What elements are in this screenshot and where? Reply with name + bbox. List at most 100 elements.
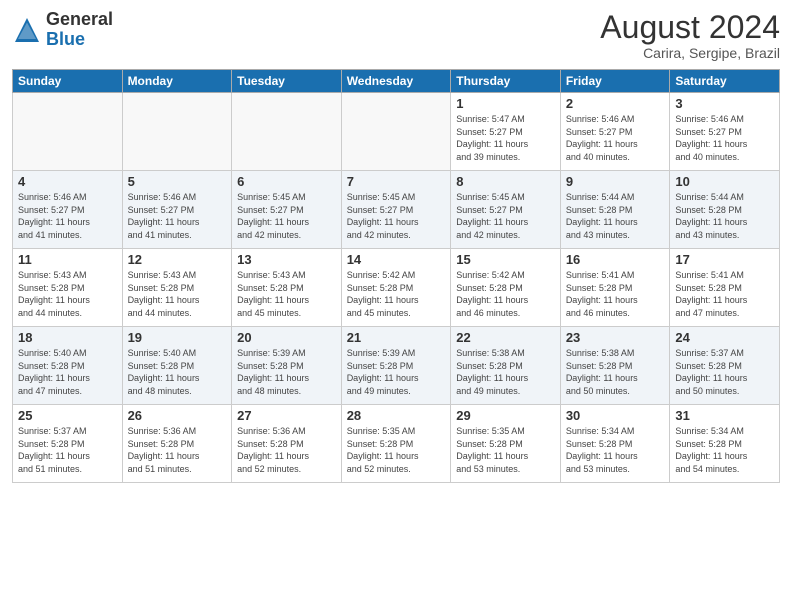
day-number: 28 <box>347 408 446 423</box>
day-number: 22 <box>456 330 555 345</box>
day-info: Sunrise: 5:42 AMSunset: 5:28 PMDaylight:… <box>347 269 446 319</box>
table-row: 26Sunrise: 5:36 AMSunset: 5:28 PMDayligh… <box>122 405 232 483</box>
day-info: Sunrise: 5:47 AMSunset: 5:27 PMDaylight:… <box>456 113 555 163</box>
day-number: 23 <box>566 330 665 345</box>
table-row: 4 Sunrise: 5:46 AMSunset: 5:27 PMDaylight… <box>13 171 123 249</box>
day-number: 9 <box>566 174 665 189</box>
table-row: 17 Sunrise: 5:41 AMSunset: 5:28 PMDayligh… <box>670 249 780 327</box>
day-info: Sunrise: 5:46 AMSunset: 5:27 PMDaylight:… <box>675 113 774 163</box>
table-row <box>232 93 342 171</box>
table-row: 27Sunrise: 5:36 AMSunset: 5:28 PMDayligh… <box>232 405 342 483</box>
day-number: 29 <box>456 408 555 423</box>
day-number: 3 <box>675 96 774 111</box>
logo-text: General Blue <box>46 10 113 50</box>
day-info: Sunrise: 5:36 AMSunset: 5:28 PMDaylight:… <box>128 425 227 475</box>
table-row: 18 Sunrise: 5:40 AMSunset: 5:28 PMDayligh… <box>13 327 123 405</box>
day-info: Sunrise: 5:45 AMSunset: 5:27 PMDaylight:… <box>347 191 446 241</box>
table-row <box>122 93 232 171</box>
day-info: Sunrise: 5:43 AMSunset: 5:28 PMDaylight:… <box>18 269 117 319</box>
table-row: 3 Sunrise: 5:46 AMSunset: 5:27 PMDaylight… <box>670 93 780 171</box>
day-info: Sunrise: 5:37 AMSunset: 5:28 PMDaylight:… <box>18 425 117 475</box>
table-row: 29 Sunrise: 5:35 AMSunset: 5:28 PMDayligh… <box>451 405 561 483</box>
table-row: 14 Sunrise: 5:42 AMSunset: 5:28 PMDayligh… <box>341 249 451 327</box>
calendar-week-4: 18 Sunrise: 5:40 AMSunset: 5:28 PMDayligh… <box>13 327 780 405</box>
logo-icon <box>12 15 42 45</box>
day-number: 2 <box>566 96 665 111</box>
table-row: 22 Sunrise: 5:38 AMSunset: 5:28 PMDayligh… <box>451 327 561 405</box>
table-row: 31Sunrise: 5:34 AMSunset: 5:28 PMDayligh… <box>670 405 780 483</box>
day-info: Sunrise: 5:34 AMSunset: 5:28 PMDaylight:… <box>675 425 774 475</box>
table-row: 28 Sunrise: 5:35 AMSunset: 5:28 PMDayligh… <box>341 405 451 483</box>
day-info: Sunrise: 5:40 AMSunset: 5:28 PMDaylight:… <box>18 347 117 397</box>
day-number: 17 <box>675 252 774 267</box>
day-info: Sunrise: 5:35 AMSunset: 5:28 PMDaylight:… <box>347 425 446 475</box>
day-info: Sunrise: 5:40 AMSunset: 5:28 PMDaylight:… <box>128 347 227 397</box>
page-header: General Blue August 2024 Carira, Sergipe… <box>12 10 780 61</box>
day-info: Sunrise: 5:45 AMSunset: 5:27 PMDaylight:… <box>237 191 336 241</box>
logo-blue: Blue <box>46 30 113 50</box>
table-row: 11 Sunrise: 5:43 AMSunset: 5:28 PMDayligh… <box>13 249 123 327</box>
table-row: 25Sunrise: 5:37 AMSunset: 5:28 PMDayligh… <box>13 405 123 483</box>
day-number: 5 <box>128 174 227 189</box>
day-number: 11 <box>18 252 117 267</box>
logo-general: General <box>46 10 113 30</box>
table-row: 9 Sunrise: 5:44 AMSunset: 5:28 PMDaylight… <box>560 171 670 249</box>
col-friday: Friday <box>560 70 670 93</box>
day-number: 16 <box>566 252 665 267</box>
day-info: Sunrise: 5:34 AMSunset: 5:28 PMDaylight:… <box>566 425 665 475</box>
table-row: 13Sunrise: 5:43 AMSunset: 5:28 PMDayligh… <box>232 249 342 327</box>
day-info: Sunrise: 5:45 AMSunset: 5:27 PMDaylight:… <box>456 191 555 241</box>
table-row: 2 Sunrise: 5:46 AMSunset: 5:27 PMDaylight… <box>560 93 670 171</box>
table-row: 8 Sunrise: 5:45 AMSunset: 5:27 PMDaylight… <box>451 171 561 249</box>
day-number: 18 <box>18 330 117 345</box>
day-info: Sunrise: 5:43 AMSunset: 5:28 PMDaylight:… <box>237 269 336 319</box>
col-thursday: Thursday <box>451 70 561 93</box>
day-number: 12 <box>128 252 227 267</box>
table-row: 20Sunrise: 5:39 AMSunset: 5:28 PMDayligh… <box>232 327 342 405</box>
day-number: 19 <box>128 330 227 345</box>
day-info: Sunrise: 5:35 AMSunset: 5:28 PMDaylight:… <box>456 425 555 475</box>
day-number: 15 <box>456 252 555 267</box>
day-number: 24 <box>675 330 774 345</box>
day-number: 6 <box>237 174 336 189</box>
day-info: Sunrise: 5:39 AMSunset: 5:28 PMDaylight:… <box>347 347 446 397</box>
col-wednesday: Wednesday <box>341 70 451 93</box>
day-info: Sunrise: 5:41 AMSunset: 5:28 PMDaylight:… <box>675 269 774 319</box>
col-monday: Monday <box>122 70 232 93</box>
table-row: 24 Sunrise: 5:37 AMSunset: 5:28 PMDayligh… <box>670 327 780 405</box>
table-row: 30Sunrise: 5:34 AMSunset: 5:28 PMDayligh… <box>560 405 670 483</box>
table-row: 7Sunrise: 5:45 AMSunset: 5:27 PMDaylight… <box>341 171 451 249</box>
day-number: 27 <box>237 408 336 423</box>
col-sunday: Sunday <box>13 70 123 93</box>
table-row: 16Sunrise: 5:41 AMSunset: 5:28 PMDayligh… <box>560 249 670 327</box>
day-number: 20 <box>237 330 336 345</box>
day-number: 14 <box>347 252 446 267</box>
table-row: 23 Sunrise: 5:38 AMSunset: 5:28 PMDayligh… <box>560 327 670 405</box>
day-info: Sunrise: 5:46 AMSunset: 5:27 PMDaylight:… <box>128 191 227 241</box>
title-block: August 2024 Carira, Sergipe, Brazil <box>600 10 780 61</box>
table-row: 1 Sunrise: 5:47 AMSunset: 5:27 PMDaylight… <box>451 93 561 171</box>
day-number: 10 <box>675 174 774 189</box>
day-info: Sunrise: 5:46 AMSunset: 5:27 PMDaylight:… <box>566 113 665 163</box>
day-info: Sunrise: 5:43 AMSunset: 5:28 PMDaylight:… <box>128 269 227 319</box>
day-info: Sunrise: 5:38 AMSunset: 5:28 PMDaylight:… <box>456 347 555 397</box>
day-number: 1 <box>456 96 555 111</box>
day-info: Sunrise: 5:42 AMSunset: 5:28 PMDaylight:… <box>456 269 555 319</box>
location-subtitle: Carira, Sergipe, Brazil <box>600 45 780 61</box>
logo: General Blue <box>12 10 113 50</box>
day-info: Sunrise: 5:46 AMSunset: 5:27 PMDaylight:… <box>18 191 117 241</box>
day-number: 21 <box>347 330 446 345</box>
day-info: Sunrise: 5:38 AMSunset: 5:28 PMDaylight:… <box>566 347 665 397</box>
col-saturday: Saturday <box>670 70 780 93</box>
day-info: Sunrise: 5:44 AMSunset: 5:28 PMDaylight:… <box>566 191 665 241</box>
table-row: 6 Sunrise: 5:45 AMSunset: 5:27 PMDaylight… <box>232 171 342 249</box>
day-number: 4 <box>18 174 117 189</box>
table-row <box>341 93 451 171</box>
calendar-week-1: 1 Sunrise: 5:47 AMSunset: 5:27 PMDaylight… <box>13 93 780 171</box>
table-row: 5 Sunrise: 5:46 AMSunset: 5:27 PMDaylight… <box>122 171 232 249</box>
day-number: 8 <box>456 174 555 189</box>
table-row: 10Sunrise: 5:44 AMSunset: 5:28 PMDayligh… <box>670 171 780 249</box>
day-info: Sunrise: 5:37 AMSunset: 5:28 PMDaylight:… <box>675 347 774 397</box>
month-year-title: August 2024 <box>600 10 780 45</box>
table-row: 19 Sunrise: 5:40 AMSunset: 5:28 PMDayligh… <box>122 327 232 405</box>
